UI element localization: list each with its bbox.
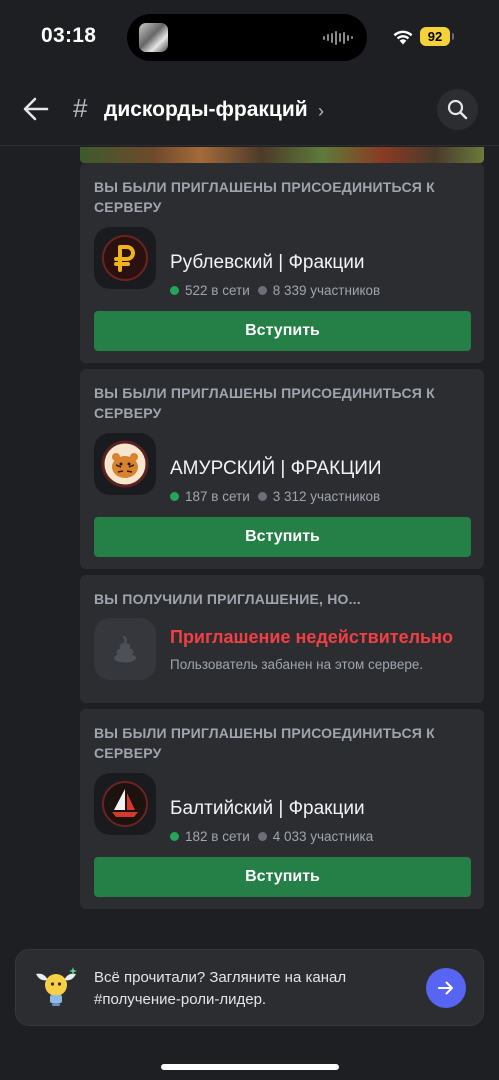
app-screen: 03:18 92 # дискорды-фракций › ВЫ БЫЛИ ПР… bbox=[0, 0, 499, 1080]
server-name: Балтийский | Фракции bbox=[170, 798, 365, 819]
battery-indicator: 92 bbox=[420, 27, 450, 46]
online-count: 182 в сети bbox=[185, 829, 250, 844]
back-arrow-icon[interactable] bbox=[22, 95, 50, 123]
server-avatar[interactable] bbox=[94, 773, 156, 835]
message-feed[interactable]: ВЫ БЫЛИ ПРИГЛАШЕНЫ ПРИСОЕДИНИТЬСЯ К СЕРВ… bbox=[0, 147, 499, 937]
invalid-server-avatar bbox=[94, 618, 156, 680]
invite-card-title: ВЫ БЫЛИ ПРИГЛАШЕНЫ ПРИСОЕДИНИТЬСЯ К СЕРВ… bbox=[94, 179, 435, 215]
invite-card-baltiysky: ВЫ БЫЛИ ПРИГЛАШЕНЫ ПРИСОЕДИНИТЬСЯ К СЕРВ… bbox=[80, 709, 484, 909]
ruble-icon bbox=[102, 235, 148, 281]
online-dot bbox=[170, 492, 179, 501]
invite-card-title: ВЫ БЫЛИ ПРИГЛАШЕНЫ ПРИСОЕДИНИТЬСЯ К СЕРВ… bbox=[94, 725, 435, 761]
invite-card-title: ВЫ ПОЛУЧИЛИ ПРИГЛАШЕНИЕ, НО... bbox=[94, 591, 361, 607]
server-stats: 182 в сети 4 033 участника bbox=[170, 829, 373, 844]
member-count: 3 312 участников bbox=[272, 489, 381, 504]
invite-card-rublevsky: ВЫ БЫЛИ ПРИГЛАШЕНЫ ПРИСОЕДИНИТЬСЯ К СЕРВ… bbox=[80, 163, 484, 363]
online-dot bbox=[170, 832, 179, 841]
members-dot bbox=[257, 832, 267, 841]
tiger-icon bbox=[101, 440, 149, 488]
now-playing-artwork bbox=[139, 23, 168, 52]
server-avatar[interactable] bbox=[94, 433, 156, 495]
online-count: 522 в сети bbox=[185, 283, 250, 298]
sailboat-icon bbox=[102, 781, 148, 827]
status-bar: 03:18 92 bbox=[0, 0, 499, 78]
lightbulb-mascot-icon bbox=[36, 967, 77, 1006]
channel-header: # дискорды-фракций › bbox=[0, 78, 499, 146]
go-to-channel-button[interactable] bbox=[426, 968, 466, 1008]
poop-icon bbox=[114, 635, 136, 663]
invite-card-amursky: ВЫ БЫЛИ ПРИГЛАШЕНЫ ПРИСОЕДИНИТЬСЯ К СЕРВ… bbox=[80, 369, 484, 569]
server-stats: 522 в сети 8 339 участников bbox=[170, 283, 380, 298]
join-button[interactable]: Вступить bbox=[94, 517, 471, 557]
search-button[interactable] bbox=[437, 89, 478, 130]
invalid-invite-title: Приглашение недействительно bbox=[170, 627, 453, 647]
invalid-invite-reason: Пользователь забанен на этом сервере. bbox=[170, 657, 424, 672]
arrow-right-icon bbox=[438, 981, 453, 995]
channel-title[interactable]: дискорды-фракций bbox=[104, 98, 308, 122]
online-count: 187 в сети bbox=[185, 489, 250, 504]
server-avatar[interactable] bbox=[94, 227, 156, 289]
chevron-right-icon[interactable]: › bbox=[318, 101, 324, 122]
join-button[interactable]: Вступить bbox=[94, 857, 471, 897]
dynamic-island[interactable] bbox=[127, 14, 367, 61]
channel-hash-icon: # bbox=[73, 93, 88, 123]
home-indicator[interactable] bbox=[161, 1064, 339, 1070]
online-dot bbox=[170, 286, 179, 295]
caught-up-message: Всё прочитали? Загляните на канал #получ… bbox=[94, 969, 347, 1008]
invite-card-title: ВЫ БЫЛИ ПРИГЛАШЕНЫ ПРИСОЕДИНИТЬСЯ К СЕРВ… bbox=[94, 385, 435, 421]
battery-tip bbox=[452, 33, 454, 40]
members-dot bbox=[257, 492, 267, 501]
join-button[interactable]: Вступить bbox=[94, 311, 471, 351]
search-icon bbox=[447, 99, 468, 120]
caught-up-banner[interactable]: Всё прочитали? Загляните на канал #получ… bbox=[15, 949, 484, 1026]
invalid-invite-card: ВЫ ПОЛУЧИЛИ ПРИГЛАШЕНИЕ, НО... Приглашен… bbox=[80, 575, 484, 703]
embed-image-bottom bbox=[80, 147, 484, 163]
status-time: 03:18 bbox=[41, 24, 97, 47]
server-name: АМУРСКИЙ | ФРАКЦИИ bbox=[170, 458, 382, 479]
member-count: 8 339 участников bbox=[272, 283, 381, 298]
server-name: Рублевский | Фракции bbox=[170, 252, 365, 273]
member-count: 4 033 участника bbox=[272, 829, 374, 844]
members-dot bbox=[257, 286, 267, 295]
server-stats: 187 в сети 3 312 участников bbox=[170, 489, 380, 504]
audio-waveform-icon bbox=[323, 30, 353, 45]
wifi-icon bbox=[393, 30, 413, 45]
